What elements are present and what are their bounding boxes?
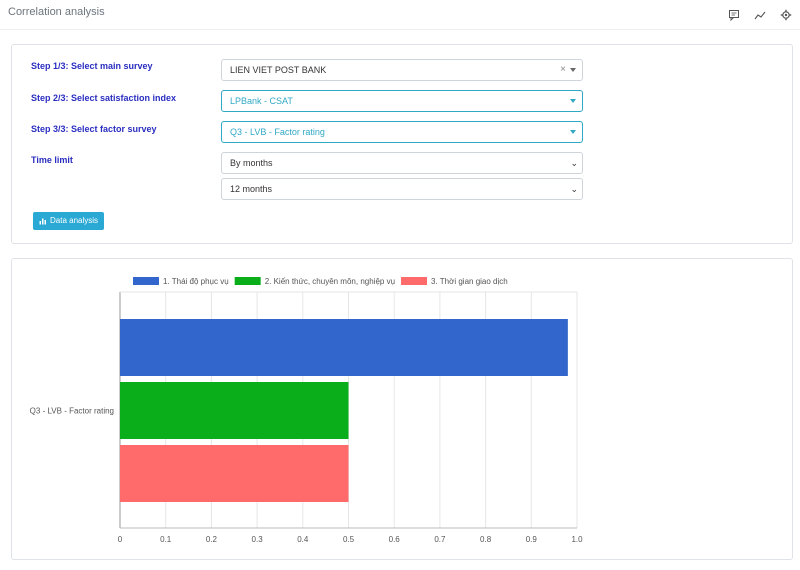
time-limit-label: Time limit <box>31 155 73 165</box>
bar-2 <box>120 382 349 439</box>
caret-down-icon <box>570 68 576 72</box>
x-tick-label: 0.2 <box>206 535 218 544</box>
main-survey-value: LIEN VIET POST BANK <box>230 65 327 75</box>
bar-1 <box>120 319 568 376</box>
chevron-down-icon: ⌄ <box>570 158 578 168</box>
comment-icon[interactable] <box>728 8 740 22</box>
data-analysis-label: Data analysis <box>50 216 99 225</box>
legend-label-2: 2. Kiến thức, chuyên môn, nghiệp vụ <box>265 277 395 286</box>
caret-down-icon <box>570 99 576 103</box>
y-category-label: Q3 - LVB - Factor rating <box>30 407 114 416</box>
data-analysis-button[interactable]: Data analysis <box>33 212 105 230</box>
caret-down-icon <box>570 130 576 134</box>
time-range-value: 12 months <box>230 184 273 194</box>
satisfaction-index-value: LPBank - CSAT <box>230 96 293 106</box>
x-tick-label: 0.4 <box>297 535 309 544</box>
step1-label: Step 1/3: Select main survey <box>31 61 153 71</box>
x-tick-label: 0.9 <box>526 535 538 544</box>
factor-survey-select[interactable]: Q3 - LVB - Factor rating <box>221 121 583 143</box>
time-range-select[interactable]: 12 months ⌄ <box>221 178 583 200</box>
time-period-value: By months <box>230 158 273 168</box>
time-period-select[interactable]: By months ⌄ <box>221 152 583 174</box>
x-tick-label: 0.1 <box>160 535 172 544</box>
clear-icon[interactable]: × <box>560 60 566 80</box>
main-survey-select[interactable]: LIEN VIET POST BANK × <box>221 59 583 81</box>
top-bar: Correlation analysis <box>0 0 800 30</box>
factor-survey-value: Q3 - LVB - Factor rating <box>230 127 325 137</box>
header-icons <box>728 8 792 22</box>
legend-label-1: 1. Thái độ phục vụ <box>163 277 229 286</box>
survey-selection-card: Step 1/3: Select main survey LIEN VIET P… <box>11 44 793 244</box>
x-tick-label: 0.6 <box>389 535 401 544</box>
x-tick-label: 0.7 <box>434 535 446 544</box>
legend-swatch-3 <box>401 277 428 285</box>
bar-chart: 0 0.1 0.2 0.3 0.4 0.5 0.6 0.7 0.8 0.9 1.0 Q3 - LVB … <box>30 277 583 544</box>
legend-label-3: 3. Thời gian giao dịch <box>431 277 508 286</box>
chevron-down-icon: ⌄ <box>570 184 578 194</box>
chart-card: 0 0.1 0.2 0.3 0.4 0.5 0.6 0.7 0.8 0.9 1.0 Q3 - LVB … <box>11 258 793 560</box>
x-tick-label: 1.0 <box>571 535 583 544</box>
bar-chart-icon <box>39 218 46 225</box>
legend-swatch-2 <box>234 277 261 285</box>
x-tick-label: 0.3 <box>252 535 264 544</box>
step2-label: Step 2/3: Select satisfaction index <box>31 93 177 103</box>
gear-icon[interactable] <box>780 8 792 21</box>
page-title: Correlation analysis <box>8 6 105 18</box>
trend-line-icon[interactable] <box>754 8 766 20</box>
x-tick-label: 0.8 <box>480 535 492 544</box>
satisfaction-index-select[interactable]: LPBank - CSAT <box>221 90 583 112</box>
x-tick-label: 0.5 <box>343 535 355 544</box>
legend-swatch-1 <box>133 277 159 285</box>
bar-3 <box>120 445 349 502</box>
x-tick-label: 0 <box>118 535 123 544</box>
step3-label: Step 3/3: Select factor survey <box>31 124 157 134</box>
